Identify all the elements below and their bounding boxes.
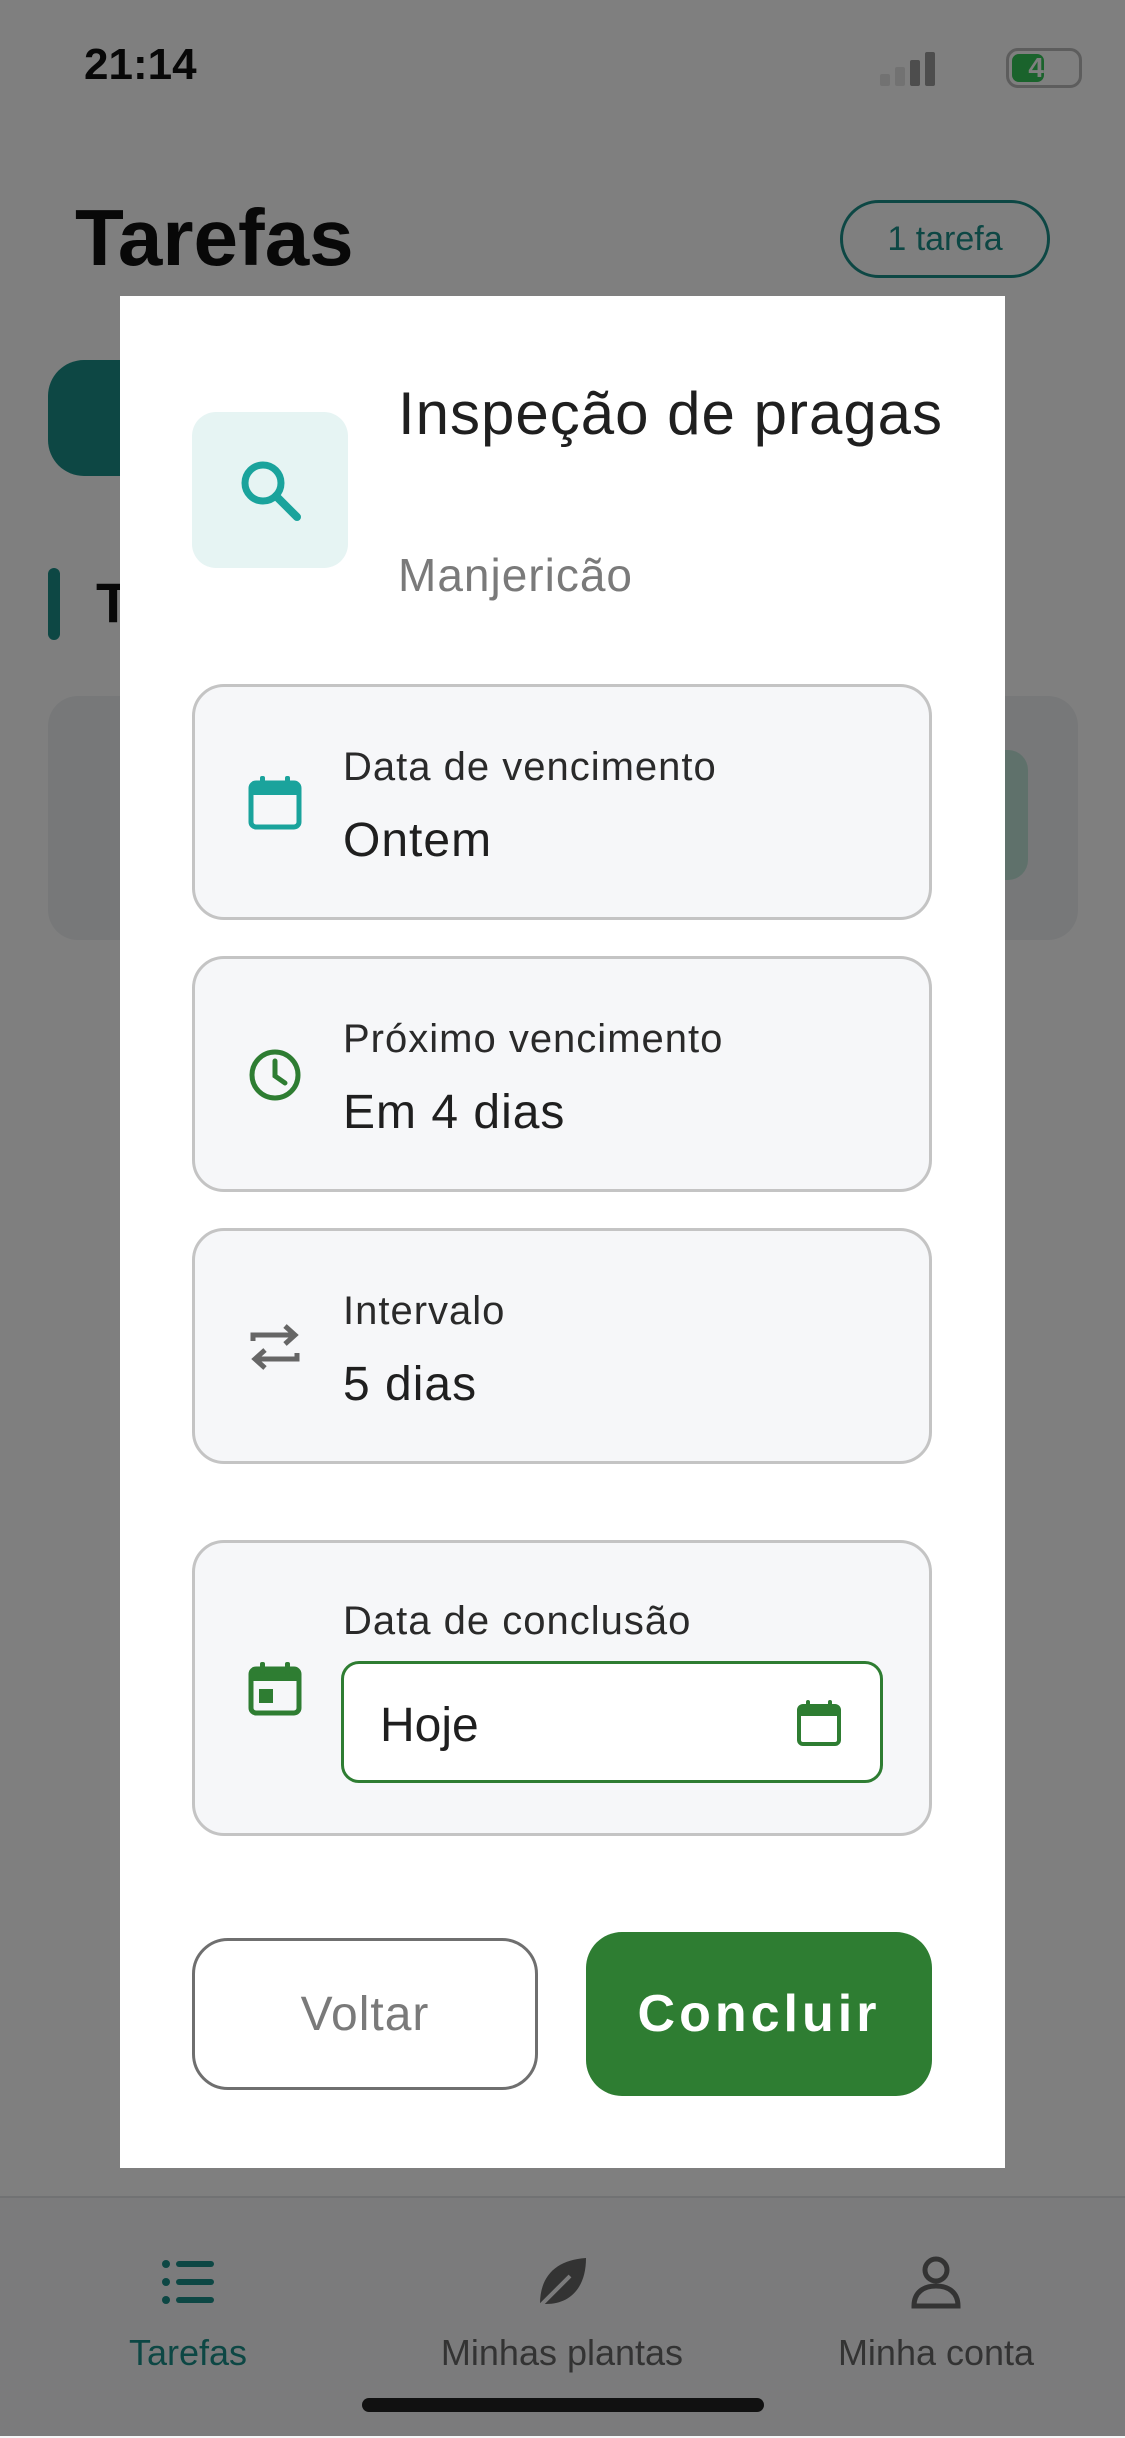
completion-date-input[interactable]: Hoje: [341, 1661, 883, 1783]
completion-date-label: Data de conclusão: [343, 1599, 692, 1643]
task-plant-name: Manjericão: [398, 549, 633, 601]
interval-label: Intervalo: [343, 1289, 506, 1333]
next-due-value: Em 4 dias: [343, 1086, 566, 1139]
calendar-picker-icon[interactable]: [794, 1698, 844, 1748]
complete-button[interactable]: Concluir: [586, 1932, 932, 2096]
completion-date-value: Hoje: [380, 1699, 479, 1752]
calendar-icon: [248, 776, 302, 830]
due-date-label: Data de vencimento: [343, 745, 717, 789]
search-icon: [241, 461, 301, 521]
next-due-label: Próximo vencimento: [343, 1017, 724, 1061]
completion-date-card: Data de conclusão Hoje: [192, 1540, 932, 1836]
back-button[interactable]: Voltar: [192, 1938, 538, 2090]
task-title: Inspeção de pragas: [398, 380, 944, 447]
task-icon-tile: [192, 412, 348, 568]
repeat-icon: [250, 1324, 300, 1370]
task-detail-dialog: Inspeção de pragas Manjericão Data de ve…: [120, 296, 1005, 2168]
clock-icon: [249, 1049, 301, 1101]
calendar-event-icon: [248, 1662, 302, 1716]
interval-card: Intervalo 5 dias: [192, 1228, 932, 1464]
next-due-card: Próximo vencimento Em 4 dias: [192, 956, 932, 1192]
home-indicator: [362, 2398, 764, 2412]
interval-value: 5 dias: [343, 1358, 478, 1411]
due-date-card: Data de vencimento Ontem: [192, 684, 932, 920]
due-date-value: Ontem: [343, 814, 493, 867]
